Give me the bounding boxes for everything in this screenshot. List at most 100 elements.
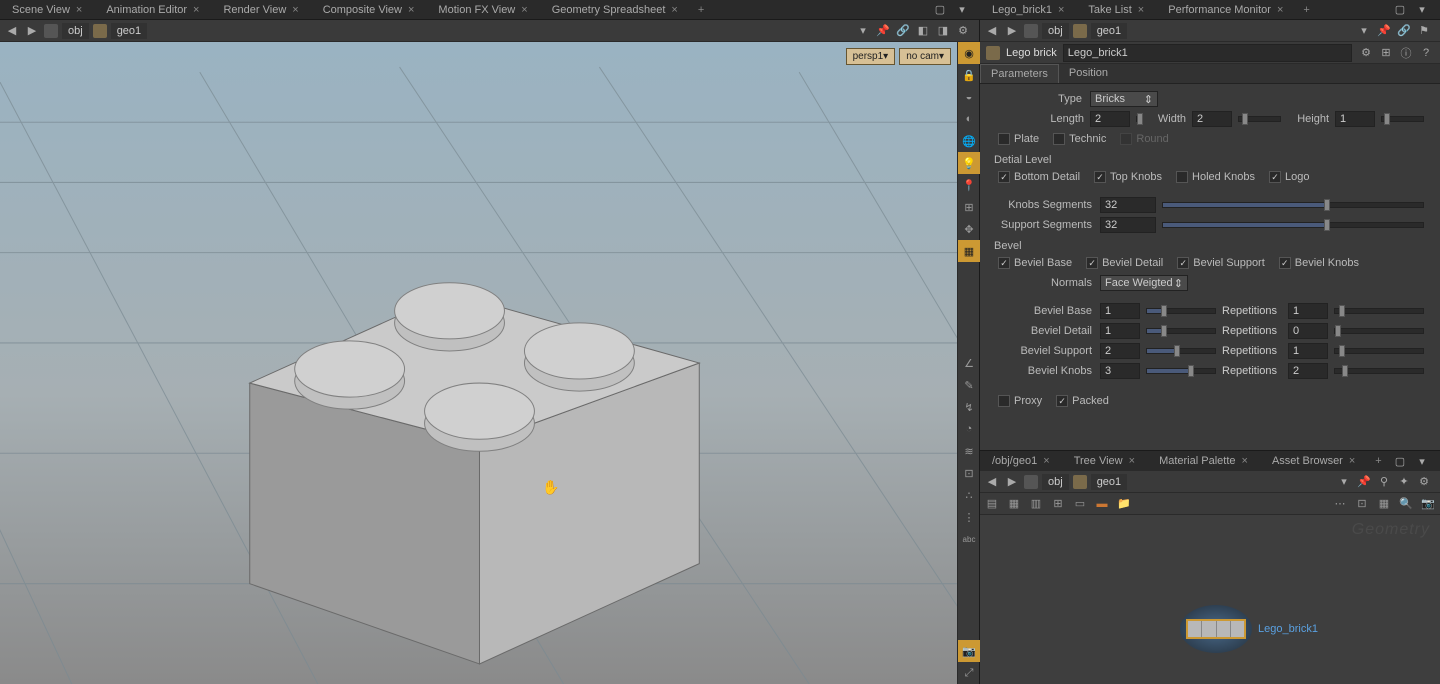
tool-wire-icon[interactable]: ▦	[958, 240, 980, 262]
technic-check[interactable]	[1053, 133, 1065, 145]
path-root[interactable]: obj	[62, 23, 89, 39]
bevel-detail-slider[interactable]	[1146, 328, 1216, 334]
grid2-icon[interactable]: ▥	[1028, 496, 1044, 512]
tool-camera-icon[interactable]: 📷	[958, 640, 980, 662]
close-icon[interactable]: ×	[1349, 455, 1355, 467]
camera-nocam-badge[interactable]: no cam▾	[899, 48, 951, 65]
node-name-input[interactable]	[1063, 44, 1352, 62]
home-icon[interactable]	[44, 24, 58, 38]
bevel-knobs-rep-input[interactable]	[1288, 363, 1328, 379]
pin-icon[interactable]: 📌	[1356, 474, 1372, 490]
tab-material-palette[interactable]: Material Palette×	[1147, 452, 1260, 470]
tool-c-icon[interactable]: ↯	[958, 396, 980, 418]
bevel-base-input[interactable]	[1100, 303, 1140, 319]
link-icon[interactable]: 🔗	[1396, 23, 1412, 39]
tab-render-view[interactable]: Render View×	[211, 1, 310, 19]
forward-icon[interactable]: ▶	[1004, 474, 1020, 490]
tab-asset-browser[interactable]: Asset Browser×	[1260, 452, 1367, 470]
bevel-base-check[interactable]	[998, 257, 1010, 269]
tool-f-icon[interactable]: ⊡	[958, 462, 980, 484]
tool-move-icon[interactable]: ✥	[958, 218, 980, 240]
link-icon[interactable]: 🔗	[895, 23, 911, 39]
grid3-icon[interactable]: ⊞	[1050, 496, 1066, 512]
menu-icon[interactable]: ▾	[1414, 2, 1430, 18]
menu-icon[interactable]: ▾	[954, 2, 970, 18]
support-seg-slider[interactable]	[1162, 222, 1424, 228]
close-icon[interactable]: ×	[292, 4, 298, 16]
tab-geometry-spreadsheet[interactable]: Geometry Spreadsheet×	[540, 1, 690, 19]
layout2-icon[interactable]: ⊡	[1354, 496, 1370, 512]
tool-expand-icon[interactable]: ⤢	[958, 662, 980, 684]
close-icon[interactable]: ×	[76, 4, 82, 16]
close-icon[interactable]: ×	[1043, 455, 1049, 467]
tool-ortho-icon[interactable]: ⊞	[958, 196, 980, 218]
zoom-icon[interactable]: 🔍	[1398, 496, 1414, 512]
node-icon[interactable]	[1073, 24, 1087, 38]
support-seg-input[interactable]	[1100, 217, 1156, 233]
bevel-detail-check[interactable]	[1086, 257, 1098, 269]
add-tab-icon[interactable]: +	[1295, 1, 1317, 19]
path-geo[interactable]: geo1	[1091, 474, 1127, 490]
tool-a-icon[interactable]: ∠	[958, 352, 980, 374]
height-slider[interactable]	[1381, 116, 1424, 122]
dropdown-icon[interactable]: ▾	[1336, 474, 1352, 490]
tab-parameters[interactable]: Parameters	[980, 64, 1059, 83]
grid-icon[interactable]: ▦	[1006, 496, 1022, 512]
list-icon[interactable]: ▤	[984, 496, 1000, 512]
path-geo[interactable]: geo1	[111, 23, 147, 39]
tab-legobrick[interactable]: Lego_brick1×	[980, 1, 1076, 19]
color-icon[interactable]: ▬	[1094, 496, 1110, 512]
gear-icon[interactable]: ⚙	[1416, 474, 1432, 490]
nav-icon[interactable]: ✦	[1396, 474, 1412, 490]
layers-icon[interactable]: ◧	[915, 23, 931, 39]
normals-select[interactable]: Face Weigted	[1100, 275, 1188, 291]
tool-globe-icon[interactable]: 🌐	[958, 130, 980, 152]
close-icon[interactable]: ×	[1138, 4, 1144, 16]
tool-e-icon[interactable]: ≋	[958, 440, 980, 462]
path-root[interactable]: obj	[1042, 23, 1069, 39]
close-icon[interactable]: ×	[408, 4, 414, 16]
close-icon[interactable]: ×	[1129, 455, 1135, 467]
bevel-knobs-slider[interactable]	[1146, 368, 1216, 374]
home-icon[interactable]	[1024, 475, 1038, 489]
bevel-support-rep-slider[interactable]	[1334, 348, 1424, 354]
forward-icon[interactable]: ▶	[24, 23, 40, 39]
tool-b-icon[interactable]: ✎	[958, 374, 980, 396]
info-icon[interactable]: ⓘ	[1398, 45, 1414, 61]
maximize-icon[interactable]: ▢	[1392, 453, 1408, 469]
bevel-detail-rep-input[interactable]	[1288, 323, 1328, 339]
sticky-icon[interactable]: ▭	[1072, 496, 1088, 512]
flag-icon[interactable]: ⚑	[1416, 23, 1432, 39]
bottom-detail-check[interactable]	[998, 171, 1010, 183]
layout3-icon[interactable]: ▦	[1376, 496, 1392, 512]
tool-shade-icon[interactable]: ◐	[958, 108, 980, 130]
menu-icon[interactable]: ▾	[1414, 453, 1430, 469]
add-tab-icon[interactable]: +	[1367, 452, 1389, 470]
length-slider[interactable]	[1136, 116, 1138, 122]
holed-knobs-check[interactable]	[1176, 171, 1188, 183]
top-knobs-check[interactable]	[1094, 171, 1106, 183]
bevel-support-rep-input[interactable]	[1288, 343, 1328, 359]
node-icon[interactable]	[1073, 475, 1087, 489]
path-geo[interactable]: geo1	[1091, 23, 1127, 39]
add-tab-icon[interactable]: +	[690, 1, 712, 19]
close-icon[interactable]: ×	[193, 4, 199, 16]
tool-lock-icon[interactable]: 🔒	[958, 64, 980, 86]
bevel-base-rep-slider[interactable]	[1334, 308, 1424, 314]
camera-persp-badge[interactable]: persp1▾	[846, 48, 896, 65]
tool-g-icon[interactable]: ∴	[958, 484, 980, 506]
tab-perf-monitor[interactable]: Performance Monitor×	[1156, 1, 1295, 19]
filter-icon[interactable]: ⊞	[1378, 45, 1394, 61]
bevel-knobs-check[interactable]	[1279, 257, 1291, 269]
network-view[interactable]: Geometry Lego_brick1	[980, 515, 1440, 684]
back-icon[interactable]: ◀	[4, 23, 20, 39]
layout1-icon[interactable]: ⋯	[1332, 496, 1348, 512]
width-input[interactable]	[1192, 111, 1232, 127]
camera-icon[interactable]: 📷	[1420, 496, 1436, 512]
tool-pin-icon[interactable]: 📍	[958, 174, 980, 196]
tool-light-icon[interactable]: 💡	[958, 152, 980, 174]
tool-objects-icon[interactable]: ◒	[958, 86, 980, 108]
tool-select-icon[interactable]: ◉	[958, 42, 980, 64]
knobs-seg-input[interactable]	[1100, 197, 1156, 213]
tab-scene-view[interactable]: Scene View×	[0, 1, 94, 19]
